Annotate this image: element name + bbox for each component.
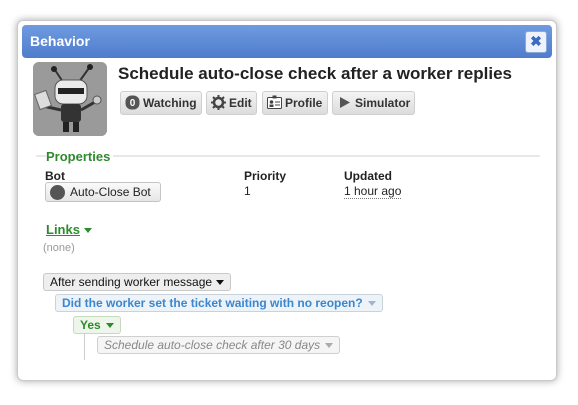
trigger-label: After sending worker message bbox=[50, 275, 213, 289]
robot-icon bbox=[33, 62, 107, 136]
watching-label: Watching bbox=[143, 96, 197, 110]
links-empty-text: (none) bbox=[43, 242, 75, 254]
bot-column-label: Bot bbox=[45, 169, 65, 183]
updated-column-label: Updated bbox=[344, 169, 392, 183]
chevron-down-icon bbox=[83, 228, 92, 234]
links-label: Links bbox=[46, 222, 80, 237]
properties-heading: Properties bbox=[46, 149, 114, 164]
chevron-down-icon bbox=[325, 343, 334, 349]
dialog-title: Behavior bbox=[30, 33, 90, 49]
action-label: Schedule auto-close check after 30 days bbox=[104, 338, 321, 352]
bot-link-button[interactable]: Auto-Close Bot bbox=[45, 182, 161, 202]
chevron-down-icon bbox=[105, 323, 114, 329]
outcome-label: Yes bbox=[80, 318, 101, 332]
condition-menu[interactable]: Did the worker set the ticket waiting wi… bbox=[55, 294, 383, 312]
trigger-event-menu[interactable]: After sending worker message bbox=[43, 273, 232, 291]
page-title: Schedule auto-close check after a worker… bbox=[118, 64, 512, 83]
action-menu[interactable]: Schedule auto-close check after 30 days bbox=[97, 336, 341, 354]
svg-text:0: 0 bbox=[130, 98, 136, 109]
watching-button[interactable]: 0 Watching bbox=[120, 91, 202, 115]
bot-mini-avatar-icon bbox=[50, 185, 65, 200]
tree-connector bbox=[84, 333, 85, 360]
edit-button[interactable]: Edit bbox=[206, 91, 257, 115]
profile-label: Profile bbox=[285, 96, 323, 110]
bot-name: Auto-Close Bot bbox=[70, 185, 151, 199]
outcome-yes-menu[interactable]: Yes bbox=[73, 316, 121, 334]
edit-label: Edit bbox=[229, 96, 252, 110]
id-card-icon bbox=[267, 95, 282, 109]
dialog-titlebar[interactable]: Behavior ✖ bbox=[22, 25, 552, 58]
condition-label: Did the worker set the ticket waiting wi… bbox=[62, 296, 363, 310]
links-menu[interactable]: Links bbox=[46, 222, 92, 237]
chevron-down-icon bbox=[216, 280, 225, 286]
bot-avatar bbox=[33, 62, 107, 136]
priority-value: 1 bbox=[244, 184, 251, 198]
priority-column-label: Priority bbox=[244, 169, 287, 183]
close-icon: ✖ bbox=[530, 33, 542, 49]
simulator-label: Simulator bbox=[355, 96, 411, 110]
close-button[interactable]: ✖ bbox=[525, 31, 547, 53]
profile-button[interactable]: Profile bbox=[262, 91, 328, 115]
behavior-dialog: Behavior ✖ Schedule auto-close check aft… bbox=[17, 20, 557, 381]
play-icon bbox=[340, 97, 350, 108]
simulator-button[interactable]: Simulator bbox=[332, 91, 415, 115]
updated-value[interactable]: 1 hour ago bbox=[344, 184, 402, 199]
watch-count-icon: 0 bbox=[125, 95, 140, 110]
chevron-down-icon bbox=[367, 301, 376, 307]
gear-icon bbox=[211, 95, 226, 110]
